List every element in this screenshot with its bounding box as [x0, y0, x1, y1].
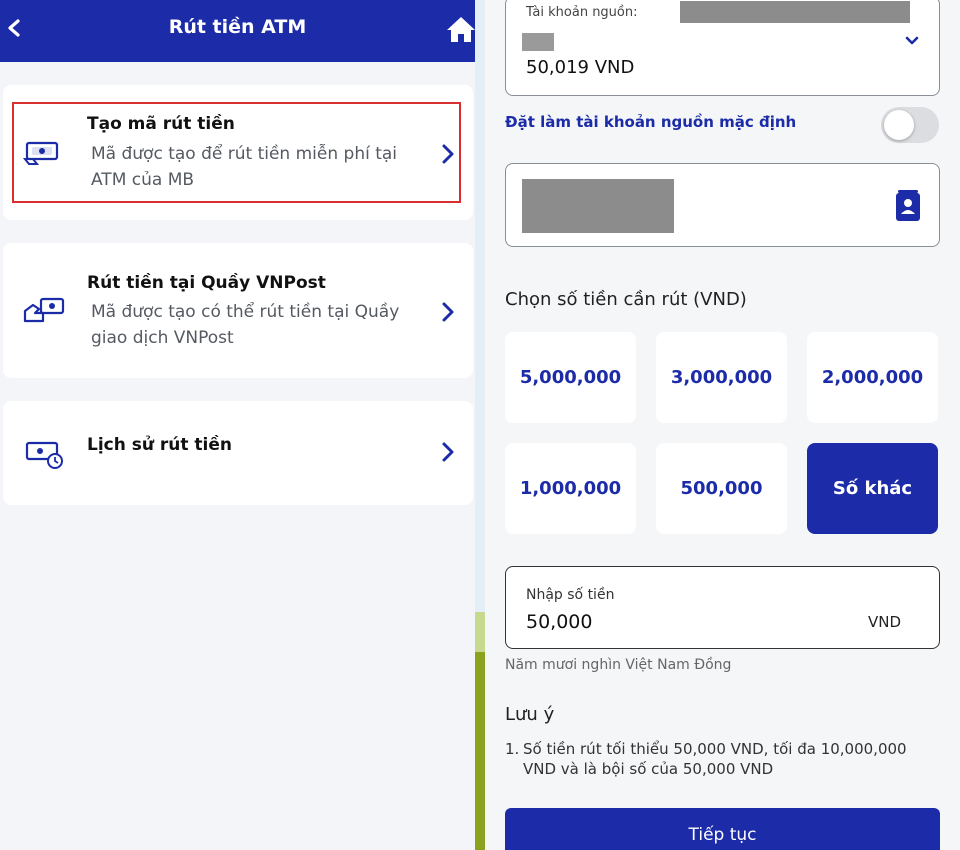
source-account-balance: 50,019 VND	[526, 57, 635, 78]
redacted-account-name	[522, 33, 554, 51]
option-description: Mã được tạo có thể rút tiền tại Quầy gia…	[91, 302, 400, 348]
default-account-label: Đặt làm tài khoản nguồn mặc định	[505, 113, 797, 131]
cash-history-icon	[25, 441, 63, 469]
amount-option-5000000[interactable]: 5,000,000	[505, 332, 636, 423]
amount-in-words: Năm mươi nghìn Việt Nam Đồng	[505, 657, 732, 673]
note-number: 1.	[505, 740, 520, 758]
amount-input-label: Nhập số tiền	[526, 587, 615, 603]
amount-option-3000000[interactable]: 3,000,000	[656, 332, 787, 423]
divider-accent-dark	[475, 652, 485, 850]
option-vnpost-withdraw[interactable]: Rút tiền tại Quầy VNPost Mã được tạo có …	[3, 243, 473, 378]
default-account-toggle[interactable]	[881, 107, 939, 143]
amount-input[interactable]	[526, 611, 826, 633]
page-title: Rút tiền ATM	[168, 16, 307, 38]
amount-option-2000000[interactable]: 2,000,000	[807, 332, 938, 423]
chevron-down-icon	[905, 36, 919, 45]
divider-accent-light	[475, 612, 485, 652]
note-item: 1. Số tiền rút tối thiểu 50,000 VND, tối…	[505, 739, 925, 779]
chevron-right-icon	[442, 302, 454, 322]
home-icon[interactable]	[446, 14, 475, 44]
note-text: Số tiền rút tối thiểu 50,000 VND, tối đa…	[523, 740, 907, 778]
hand-cash-icon	[23, 297, 65, 323]
header-bar: Rút tiền ATM	[0, 0, 475, 62]
option-title: Rút tiền tại Quầy VNPost	[87, 273, 326, 293]
panel-divider	[475, 0, 485, 850]
withdraw-form-screen: Tài khoản nguồn: 50,019 VND Đặt làm tài …	[485, 0, 960, 850]
option-withdraw-history[interactable]: Lịch sử rút tiền	[3, 401, 473, 505]
notes-title: Lưu ý	[505, 704, 555, 725]
amount-unit: VND	[868, 613, 902, 631]
destination-field[interactable]	[505, 163, 940, 247]
contact-book-icon[interactable]	[891, 188, 925, 224]
amount-option-other[interactable]: Số khác	[807, 443, 938, 534]
continue-button[interactable]: Tiếp tục	[505, 808, 940, 850]
redacted-account-number	[680, 1, 910, 23]
source-account-label: Tài khoản nguồn:	[526, 5, 638, 20]
source-account-select[interactable]: Tài khoản nguồn: 50,019 VND	[505, 0, 940, 96]
amount-section-title: Chọn số tiền cần rút (VND)	[505, 289, 747, 310]
selection-highlight	[12, 102, 461, 203]
withdraw-menu-screen: Rút tiền ATM Tạo mã rút tiền Mã được tạo…	[0, 0, 475, 850]
chevron-right-icon	[442, 442, 454, 462]
amount-option-500000[interactable]: 500,000	[656, 443, 787, 534]
redacted-destination	[522, 179, 674, 233]
toggle-knob	[884, 110, 914, 140]
amount-input-box: Nhập số tiền VND	[505, 566, 940, 649]
option-title: Lịch sử rút tiền	[87, 435, 233, 455]
amount-option-1000000[interactable]: 1,000,000	[505, 443, 636, 534]
